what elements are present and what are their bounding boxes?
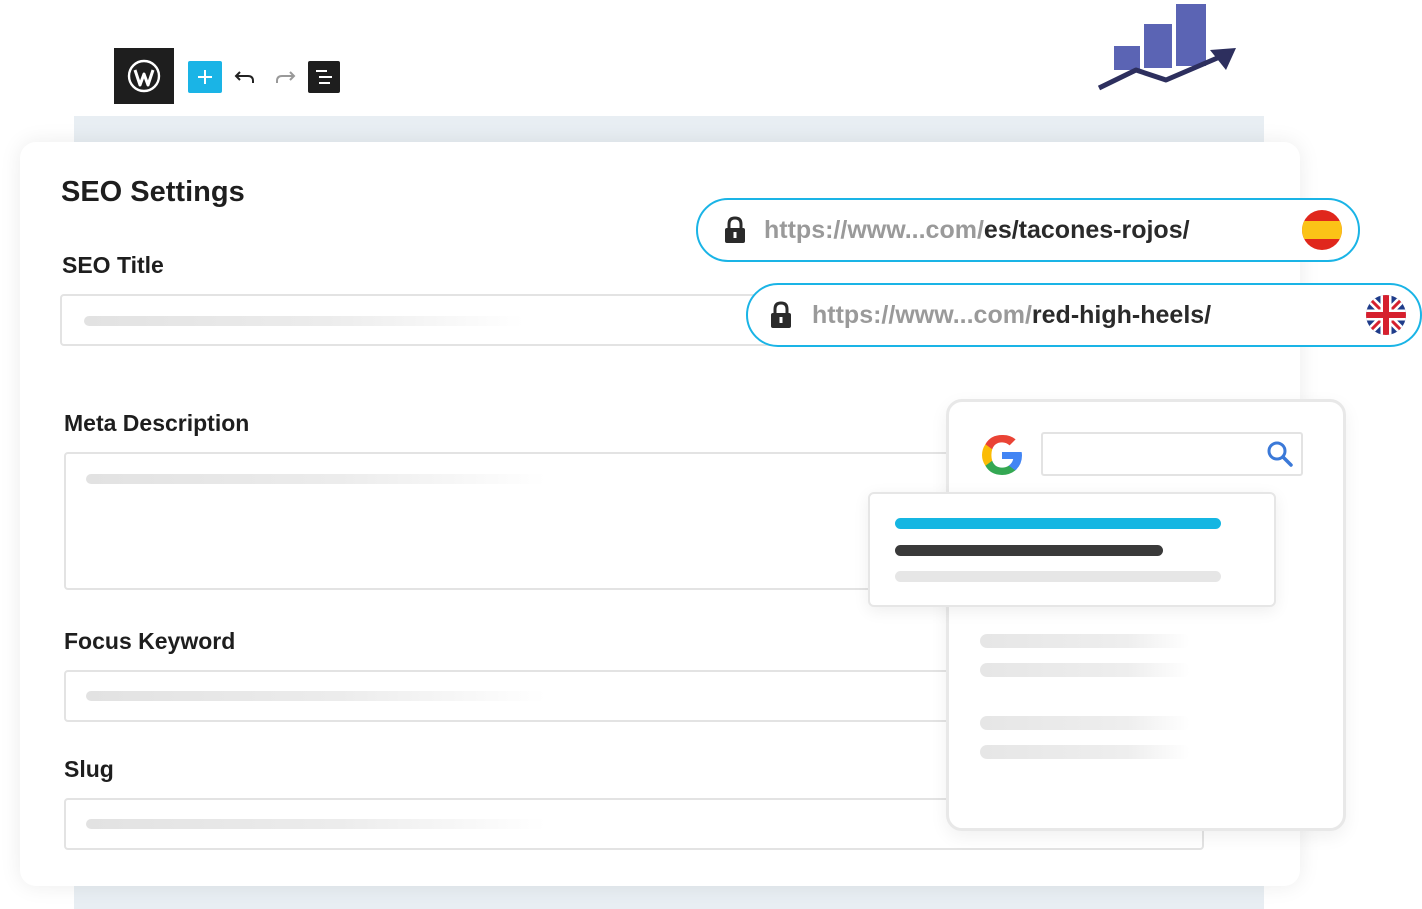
placeholder-line: [86, 474, 546, 484]
url-text: https://www...com/red-high-heels/: [812, 300, 1212, 329]
redo-arrow-icon: [276, 71, 296, 83]
placeholder-line: [86, 819, 546, 829]
result-url-line: [895, 545, 1163, 556]
document-outline-button[interactable]: [308, 61, 340, 93]
wordpress-logo-icon: [127, 59, 161, 93]
result-skeleton-line: [980, 745, 1190, 759]
add-block-button[interactable]: [188, 61, 222, 93]
url-pill-spanish[interactable]: https://www...com/es/tacones-rojos/: [696, 198, 1360, 262]
meta-description-textarea[interactable]: [64, 452, 954, 590]
list-outline-icon: [316, 70, 332, 84]
placeholder-line: [84, 316, 524, 326]
google-search-input[interactable]: [1041, 432, 1303, 476]
plus-icon: [198, 70, 212, 84]
magnifier-icon[interactable]: [1266, 440, 1294, 468]
uk-flag-icon: [1366, 295, 1406, 335]
seo-title-label: SEO Title: [62, 252, 164, 278]
spain-flag-icon: [1302, 210, 1342, 250]
result-skeleton-line: [980, 716, 1190, 730]
panel-title: SEO Settings: [61, 176, 245, 208]
meta-description-label: Meta Description: [64, 410, 250, 436]
result-skeleton-line: [980, 634, 1190, 648]
focus-keyword-input[interactable]: [64, 670, 954, 722]
lock-icon: [725, 216, 745, 243]
undo-button[interactable]: [234, 66, 256, 88]
lock-icon: [771, 301, 791, 328]
redo-button[interactable]: [274, 66, 296, 88]
editor-canvas-band-bottom: [74, 882, 1264, 909]
url-text: https://www...com/es/tacones-rojos/: [764, 215, 1190, 244]
seo-title-input[interactable]: [60, 294, 800, 346]
wordpress-logo-button[interactable]: [114, 48, 174, 104]
search-result-card[interactable]: [868, 492, 1276, 607]
url-pill-english[interactable]: https://www...com/red-high-heels/: [746, 283, 1422, 347]
bar-chart-growth-arrow-icon: [1097, 4, 1236, 91]
slug-label: Slug: [64, 756, 114, 782]
result-snippet-line: [895, 571, 1221, 582]
result-title-line: [895, 518, 1221, 529]
google-logo-icon: [982, 434, 1022, 475]
placeholder-line: [86, 691, 546, 701]
result-skeleton-line: [980, 663, 1190, 677]
focus-keyword-label: Focus Keyword: [64, 628, 236, 654]
undo-arrow-icon: [234, 71, 254, 83]
